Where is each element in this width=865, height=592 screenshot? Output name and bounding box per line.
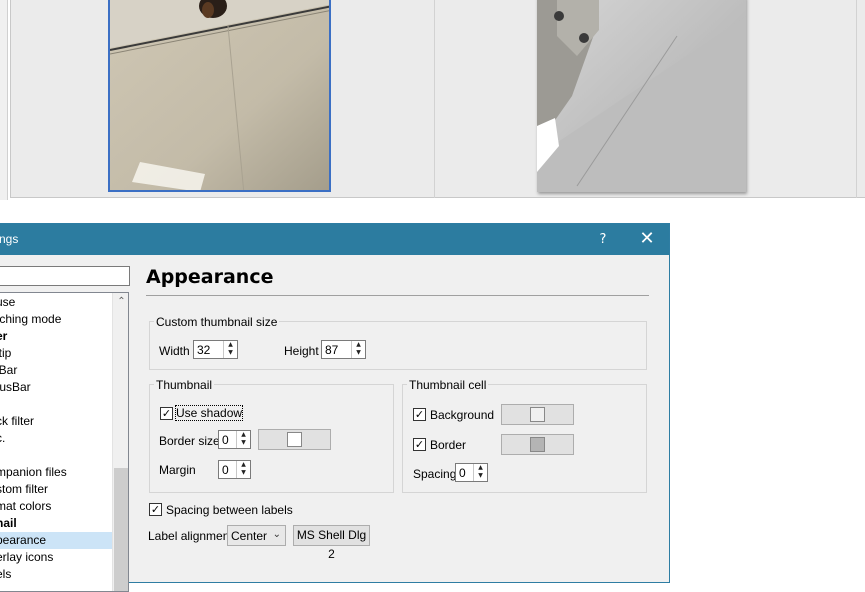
width-value: 32: [197, 343, 211, 357]
spacing-between-labels-label: Spacing between labels: [166, 503, 293, 517]
background-color-swatch: [530, 407, 545, 422]
tree-item[interactable]: tching mode: [0, 311, 112, 328]
background-label: Background: [430, 408, 495, 422]
spacing-between-labels-checkbox[interactable]: ✓: [149, 503, 162, 516]
tree-scrollbar[interactable]: ⌃: [112, 293, 128, 591]
height-spinbox-buttons: ▲ ▼: [351, 341, 365, 358]
label-font-button[interactable]: MS Shell Dlg 2: [293, 525, 370, 561]
spin-down-arrow-icon[interactable]: ▼: [237, 469, 250, 477]
height-spinbox[interactable]: 87 ▲ ▼: [321, 340, 366, 359]
cell-border-checkbox[interactable]: ✓: [413, 438, 426, 451]
dialog-title: ngs: [0, 232, 19, 246]
border-size-value: 0: [222, 433, 229, 447]
border-size-label: Border size: [159, 434, 220, 448]
settings-search-input[interactable]: [0, 266, 130, 286]
spin-up-arrow-icon[interactable]: ▲: [352, 341, 365, 349]
tree-item[interactable]: ltip: [0, 345, 112, 362]
label-alignment-label: Label alignment: [148, 529, 233, 543]
spin-down-arrow-icon[interactable]: ▼: [237, 439, 250, 447]
spin-down-arrow-icon[interactable]: ▼: [474, 472, 487, 480]
cell-border-color-button[interactable]: [501, 434, 574, 455]
tree-item[interactable]: els: [0, 566, 112, 583]
border-color-swatch: [287, 432, 302, 447]
tree-item[interactable]: mpanion files: [0, 464, 112, 481]
cell-border-color-swatch: [530, 437, 545, 452]
help-button[interactable]: ?: [589, 224, 617, 255]
spin-up-arrow-icon[interactable]: ▲: [474, 464, 487, 472]
close-button[interactable]: ✕: [629, 224, 665, 255]
spacing-label: Spacing: [413, 467, 457, 481]
chevron-down-icon: ⌄: [272, 529, 281, 540]
spin-down-arrow-icon[interactable]: ▼: [224, 349, 237, 357]
photo-ceiling-crack: [110, 0, 329, 190]
width-label: Width: [159, 344, 190, 358]
label-alignment-value: Center: [231, 529, 268, 543]
width-spinbox-buttons: ▲ ▼: [223, 341, 237, 358]
spin-down-arrow-icon[interactable]: ▼: [352, 349, 365, 357]
page-title-divider: [146, 295, 649, 296]
thumbnail-viewer: [0, 0, 865, 200]
viewer-left-panel-edge: [0, 0, 8, 200]
custom-thumbnail-size-group-label: Custom thumbnail size: [154, 315, 280, 329]
tree-item[interactable]: use: [0, 294, 112, 311]
margin-label: Margin: [159, 463, 196, 477]
tree-item[interactable]: lBar: [0, 362, 112, 379]
thumbnail-cell-group-label: Thumbnail cell: [407, 378, 489, 392]
cell-border-label: Border: [430, 438, 467, 452]
tree-item[interactable]: erlay icons: [0, 549, 112, 566]
border-size-spinbox-buttons: ▲ ▼: [236, 431, 250, 448]
tree-scrollbar-thumb[interactable]: [114, 468, 128, 591]
dialog-titlebar[interactable]: ngs ? ✕: [0, 224, 669, 255]
spacing-spinbox[interactable]: 0 ▲ ▼: [455, 463, 488, 482]
tree-item[interactable]: [0, 396, 112, 413]
settings-category-tree[interactable]: usetching modeerltiplBartusBar ck filterc…: [0, 292, 129, 592]
spin-up-arrow-icon[interactable]: ▲: [237, 431, 250, 439]
scroll-up-arrow-icon[interactable]: ⌃: [113, 293, 128, 310]
thumbnail-image[interactable]: [537, 0, 746, 192]
photo-wall-bracket: [537, 0, 746, 192]
thumbnail-cell-divider: [856, 0, 857, 198]
tree-item[interactable]: er: [0, 328, 112, 345]
tree-item[interactable]: ck filter: [0, 413, 112, 430]
background-color-button[interactable]: [501, 404, 574, 425]
height-label: Height: [284, 344, 319, 358]
thumbnail-image-selected[interactable]: [108, 0, 331, 192]
margin-spinbox[interactable]: 0 ▲ ▼: [218, 460, 251, 479]
background-checkbox[interactable]: ✓: [413, 408, 426, 421]
page-title: Appearance: [146, 266, 274, 288]
tree-item[interactable]: mat colors: [0, 498, 112, 515]
border-size-spinbox[interactable]: 0 ▲ ▼: [218, 430, 251, 449]
tree-item[interactable]: stom filter: [0, 481, 112, 498]
margin-spinbox-buttons: ▲ ▼: [236, 461, 250, 478]
thumbnail-cell-divider: [434, 0, 435, 198]
spin-up-arrow-icon[interactable]: ▲: [224, 341, 237, 349]
height-value: 87: [325, 343, 339, 357]
tree-item[interactable]: nail: [0, 515, 112, 532]
tree-item[interactable]: tusBar: [0, 379, 112, 396]
tree-item-selected[interactable]: pearance: [0, 532, 112, 549]
settings-dialog: ngs ? ✕ usetching modeerltiplBartusBar ck…: [0, 223, 670, 592]
spacing-spinbox-buttons: ▲ ▼: [473, 464, 487, 481]
spacing-value: 0: [459, 466, 466, 480]
use-shadow-label[interactable]: Use shadow: [174, 405, 244, 421]
spin-up-arrow-icon[interactable]: ▲: [237, 461, 250, 469]
tree-item[interactable]: c.: [0, 430, 112, 447]
tree-item[interactable]: t: [0, 447, 112, 464]
width-spinbox[interactable]: 32 ▲ ▼: [193, 340, 238, 359]
margin-value: 0: [222, 463, 229, 477]
use-shadow-checkbox[interactable]: ✓: [160, 407, 173, 420]
border-color-button[interactable]: [258, 429, 331, 450]
thumbnail-group-label: Thumbnail: [154, 378, 215, 392]
label-alignment-select[interactable]: Center ⌄: [227, 525, 286, 546]
